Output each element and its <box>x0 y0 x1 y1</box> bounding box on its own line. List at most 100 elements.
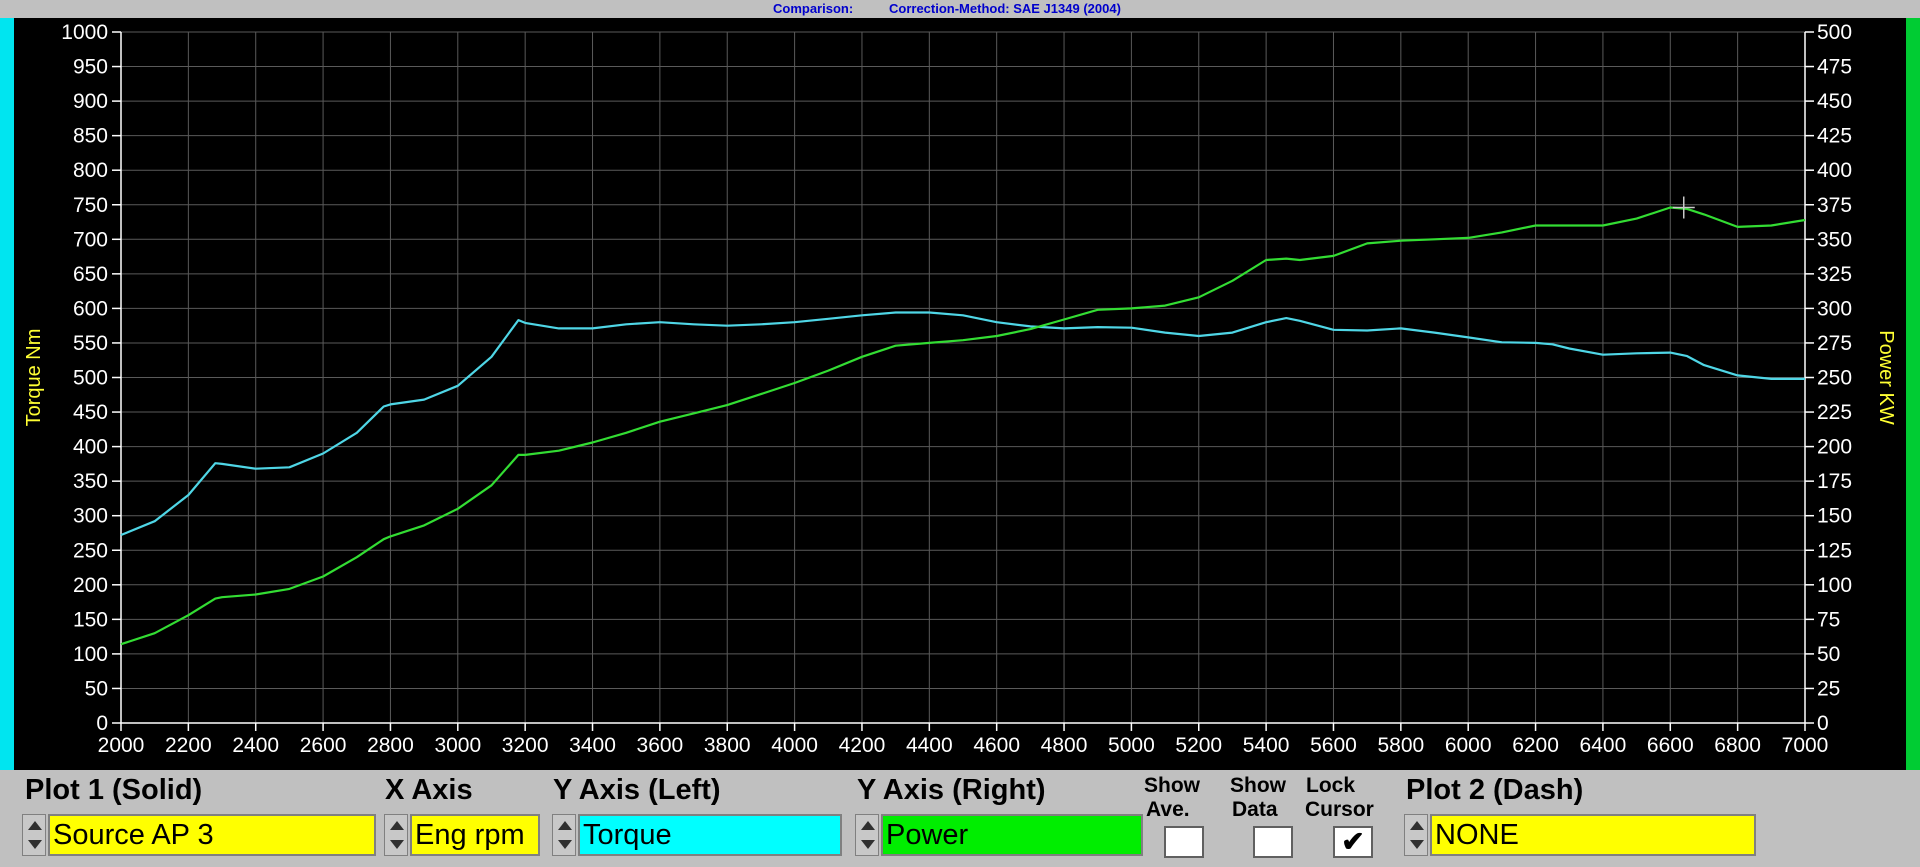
x-tick-label: 4400 <box>906 734 953 757</box>
x-tick-label: 3200 <box>502 734 549 757</box>
y-left-tick-label: 50 <box>85 677 108 700</box>
y-left-tick-label: 750 <box>73 194 108 217</box>
x-tick-label: 4200 <box>839 734 886 757</box>
dyno-chart-area[interactable]: 0 50 100 150 200 250 300 350 400 450 500 550 600 650 7… <box>14 18 1906 770</box>
y-right-tick-label: 400 <box>1817 159 1852 182</box>
y-right-tick-label: 500 <box>1817 21 1852 44</box>
y-left-tick-label: 150 <box>73 608 108 631</box>
x-tick-label: 2800 <box>367 734 414 757</box>
plot2-source-field[interactable]: NONE <box>1430 814 1756 856</box>
left-axis-color-strip <box>0 18 14 770</box>
y-left-spinner[interactable] <box>552 814 576 856</box>
arrow-down-icon[interactable] <box>861 840 875 849</box>
y-left-tick-label: 800 <box>73 159 108 182</box>
lock-cursor-label-2: Cursor <box>1305 798 1374 821</box>
y-left-axis-title: Torque Nm <box>23 329 45 427</box>
arrow-down-icon[interactable] <box>28 840 42 849</box>
x-tick-label: 6800 <box>1714 734 1761 757</box>
arrow-down-icon[interactable] <box>558 840 572 849</box>
plot1-title: Plot 1 (Solid) <box>25 774 203 806</box>
y-left-tick-label: 350 <box>73 470 108 493</box>
arrow-down-icon[interactable] <box>390 840 404 849</box>
y-right-axis-title: Power KW <box>1875 330 1897 425</box>
y-left-tick-label: 250 <box>73 539 108 562</box>
arrow-up-icon[interactable] <box>558 821 572 830</box>
x-tick-label: 4800 <box>1041 734 1088 757</box>
y-left-tick-label: 500 <box>73 367 108 390</box>
y-right-tick-label: 125 <box>1817 539 1852 562</box>
y-right-tick-label: 375 <box>1817 194 1852 217</box>
y-right-tick-label: 250 <box>1817 367 1852 390</box>
y-left-tick-label: 700 <box>73 228 108 251</box>
plot2-spinner[interactable] <box>1404 814 1428 856</box>
y-right-tick-label: 475 <box>1817 56 1852 79</box>
x-axis-title: X Axis <box>385 774 473 806</box>
y-right-tick-label: 50 <box>1817 643 1840 666</box>
y-left-tick-label: 450 <box>73 401 108 424</box>
arrow-up-icon[interactable] <box>28 821 42 830</box>
y-right-tick-label: 150 <box>1817 505 1852 528</box>
checkmark-icon: ✔ <box>1341 826 1365 857</box>
x-tick-label: 2000 <box>98 734 145 757</box>
right-axis-color-strip <box>1906 18 1920 770</box>
torque-series-line <box>120 311 1805 537</box>
y-right-spinner[interactable] <box>855 814 879 856</box>
x-tick-label: 5600 <box>1310 734 1357 757</box>
y-left-tick-label: 950 <box>73 56 108 79</box>
x-axis-field[interactable]: Eng rpm <box>410 814 540 856</box>
x-tick-label: 3800 <box>704 734 751 757</box>
show-data-label-2: Data <box>1232 798 1278 821</box>
arrow-down-icon[interactable] <box>1410 840 1424 849</box>
x-tick-label: 5400 <box>1243 734 1290 757</box>
x-tick-label: 6000 <box>1445 734 1492 757</box>
y-left-tick-label: 650 <box>73 263 108 286</box>
title-bar: Comparison: Correction-Method: SAE J1349… <box>0 0 1920 18</box>
control-panel: Plot 1 (Solid) Source AP 3 X Axis Eng rp… <box>0 770 1920 867</box>
y-right-tick-label: 175 <box>1817 470 1852 493</box>
power-series-line <box>120 206 1806 646</box>
lock-cursor-label-1: Lock <box>1306 774 1356 797</box>
y-right-tick-label: 350 <box>1817 228 1852 251</box>
x-tick-label: 6400 <box>1580 734 1627 757</box>
y-right-tick-label: 275 <box>1817 332 1852 355</box>
x-tick-label: 2600 <box>300 734 347 757</box>
y-right-field[interactable]: Power <box>881 814 1143 856</box>
y-right-tick-label: 225 <box>1817 401 1852 424</box>
comparison-label: Comparison: <box>773 1 854 16</box>
arrow-up-icon[interactable] <box>1410 821 1424 830</box>
y-right-tick-label: 325 <box>1817 263 1852 286</box>
y-right-tick-label: 450 <box>1817 90 1852 113</box>
y-left-tick-label: 100 <box>73 643 108 666</box>
y-left-tick-label: 0 <box>96 712 108 735</box>
x-tick-label: 3600 <box>637 734 684 757</box>
x-tick-label: 6200 <box>1512 734 1559 757</box>
x-tick-label: 4000 <box>771 734 818 757</box>
plot1-source-field[interactable]: Source AP 3 <box>48 814 376 856</box>
x-axis-spinner[interactable] <box>384 814 408 856</box>
plot2-title: Plot 2 (Dash) <box>1406 774 1584 806</box>
x-tick-label: 6600 <box>1647 734 1694 757</box>
show-data-checkbox[interactable] <box>1253 826 1293 858</box>
y-right-tick-label: 0 <box>1817 712 1829 735</box>
plot1-spinner[interactable] <box>22 814 46 856</box>
arrow-up-icon[interactable] <box>390 821 404 830</box>
y-left-tick-label: 850 <box>73 125 108 148</box>
x-tick-label: 5000 <box>1108 734 1155 757</box>
y-left-field[interactable]: Torque <box>578 814 842 856</box>
y-left-tick-label: 600 <box>73 297 108 320</box>
y-right-tick-label: 200 <box>1817 436 1852 459</box>
dyno-chart[interactable]: 0501001502002503003504004505005506006507… <box>14 18 1906 770</box>
show-ave-checkbox[interactable] <box>1164 826 1204 858</box>
x-tick-label: 4600 <box>973 734 1020 757</box>
y-right-tick-label: 25 <box>1817 677 1840 700</box>
lock-cursor-checkbox[interactable]: ✔ <box>1333 826 1373 858</box>
y-left-title: Y Axis (Left) <box>553 774 721 806</box>
show-ave-label-2: Ave. <box>1146 798 1190 821</box>
show-data-label-1: Show <box>1230 774 1286 797</box>
arrow-up-icon[interactable] <box>861 821 875 830</box>
y-left-tick-label: 300 <box>73 505 108 528</box>
show-ave-label-1: Show <box>1144 774 1200 797</box>
y-left-tick-label: 200 <box>73 574 108 597</box>
y-right-tick-label: 100 <box>1817 574 1852 597</box>
y-right-tick-label: 300 <box>1817 297 1852 320</box>
